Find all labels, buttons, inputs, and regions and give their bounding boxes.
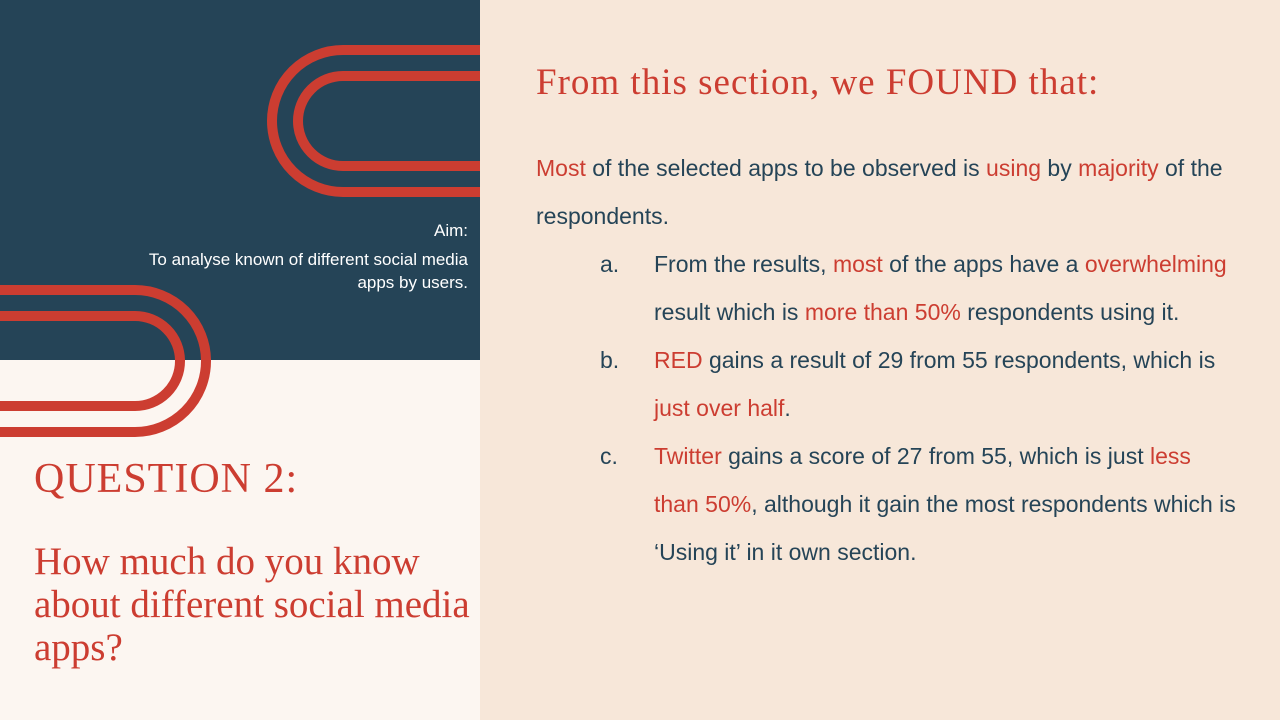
finding-segment: overwhelming (1084, 251, 1227, 277)
findings-title: From this section, we FOUND that: (536, 62, 1100, 103)
intro-segment: of the selected apps to be observed is (585, 155, 987, 181)
finding-segment: RED (654, 347, 703, 373)
finding-segment: gains a score of 27 from 55, which is ju… (721, 443, 1150, 469)
intro-segment: majority (1078, 155, 1159, 181)
aim-block: Aim: To analyse known of different socia… (138, 219, 468, 294)
list-marker: a. (600, 251, 620, 277)
list-marker: c. (600, 443, 618, 469)
finding-segment: From the results, (654, 251, 833, 277)
finding-segment: more than 50% (804, 299, 961, 325)
finding-item-a: a. From the results, most of the apps hav… (600, 240, 1240, 336)
findings-list: a. From the results, most of the apps hav… (600, 240, 1240, 576)
finding-segment: Twitter (654, 443, 722, 469)
finding-segment: . (784, 395, 791, 421)
intro-segment: Most (536, 155, 586, 181)
intro-segment: by (1041, 155, 1079, 181)
finding-item-b: b. RED gains a result of 29 from 55 respo… (600, 336, 1240, 432)
finding-segment: respondents using it. (960, 299, 1180, 325)
question-block: QUESTION 2: How much do you know about d… (34, 456, 474, 669)
red-arc-decoration-top (0, 45, 480, 360)
question-heading: QUESTION 2: (34, 456, 299, 502)
aim-panel: Aim: To analyse known of different socia… (0, 0, 480, 360)
finding-item-c: c. Twitter gains a score of 27 from 55, w… (600, 432, 1240, 576)
finding-segment: of the apps have a (882, 251, 1085, 277)
question-body: How much do you know about different soc… (34, 540, 470, 669)
finding-segment: just over half (654, 395, 785, 421)
aim-text: To analyse known of different social med… (148, 250, 468, 292)
finding-segment: most (832, 251, 883, 277)
aim-label: Aim: (434, 221, 468, 240)
findings-intro: Most of the selected apps to be observed… (536, 144, 1236, 240)
finding-segment: result which is (654, 299, 805, 325)
intro-segment: using (986, 155, 1042, 181)
finding-segment: gains a result of 29 from 55 respondents… (702, 347, 1216, 373)
list-marker: b. (600, 347, 620, 373)
